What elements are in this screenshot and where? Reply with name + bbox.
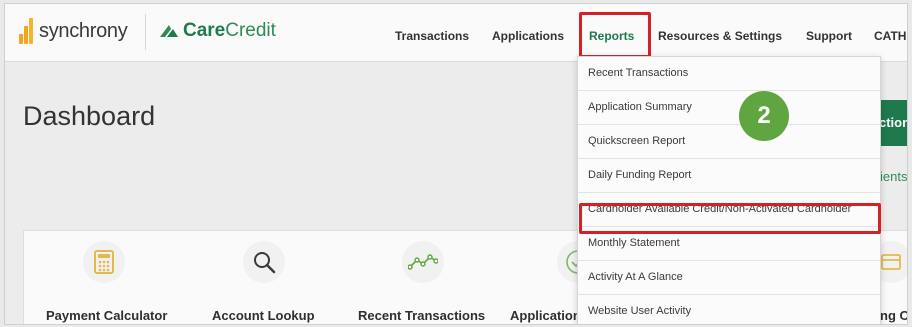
search-icon[interactable]: [243, 241, 285, 283]
nav-support[interactable]: Support: [806, 29, 852, 43]
nav-resources-settings[interactable]: Resources & Settings: [658, 29, 782, 43]
menu-item-application-summary[interactable]: Application Summary: [578, 91, 880, 125]
menu-item-activity-at-a-glance[interactable]: Activity At A Glance: [578, 261, 880, 295]
patients-link-partial[interactable]: ients: [880, 169, 907, 184]
menu-item-quickscreen-report[interactable]: Quickscreen Report: [578, 125, 880, 159]
tile-application[interactable]: Application: [510, 308, 581, 323]
tile-recent-transactions[interactable]: Recent Transactions: [358, 308, 485, 323]
highlighted-menu-item-box: [579, 203, 881, 234]
menu-item-recent-transactions[interactable]: Recent Transactions: [578, 57, 880, 91]
nav-applications[interactable]: Applications: [492, 29, 564, 43]
top-navigation-bar: synchrony Care Credit Transactions Applic…: [5, 4, 907, 62]
step-number-badge: 2: [739, 91, 789, 141]
tile-partial[interactable]: ng C: [880, 308, 907, 323]
menu-item-website-user-activity[interactable]: Website User Activity: [578, 295, 880, 324]
reports-highlight-box: [579, 12, 651, 58]
menu-item-daily-funding-report[interactable]: Daily Funding Report: [578, 159, 880, 193]
synchrony-bars-icon: [19, 18, 33, 44]
synchrony-wordmark: synchrony: [39, 19, 128, 42]
carecredit-wordmark-care: Care: [183, 20, 226, 41]
calculator-icon[interactable]: [83, 241, 125, 283]
app-window: synchrony Care Credit Transactions Applic…: [4, 3, 908, 325]
tile-payment-calculator[interactable]: Payment Calculator: [46, 308, 167, 323]
page-title: Dashboard: [23, 101, 156, 131]
carecredit-wordmark-credit: Credit: [225, 20, 276, 41]
tile-account-lookup[interactable]: Account Lookup: [212, 308, 315, 323]
reports-dropdown-menu: Recent Transactions Application Summary …: [577, 56, 881, 324]
synchrony-logo[interactable]: synchrony: [19, 18, 128, 44]
carecredit-mark-icon: [160, 25, 178, 37]
nav-account-menu[interactable]: CATH: [874, 29, 906, 43]
trend-line-icon[interactable]: [402, 241, 444, 283]
carecredit-logo[interactable]: Care Credit: [159, 20, 276, 42]
nav-transactions[interactable]: Transactions: [395, 29, 469, 43]
brand-divider: [145, 14, 146, 50]
